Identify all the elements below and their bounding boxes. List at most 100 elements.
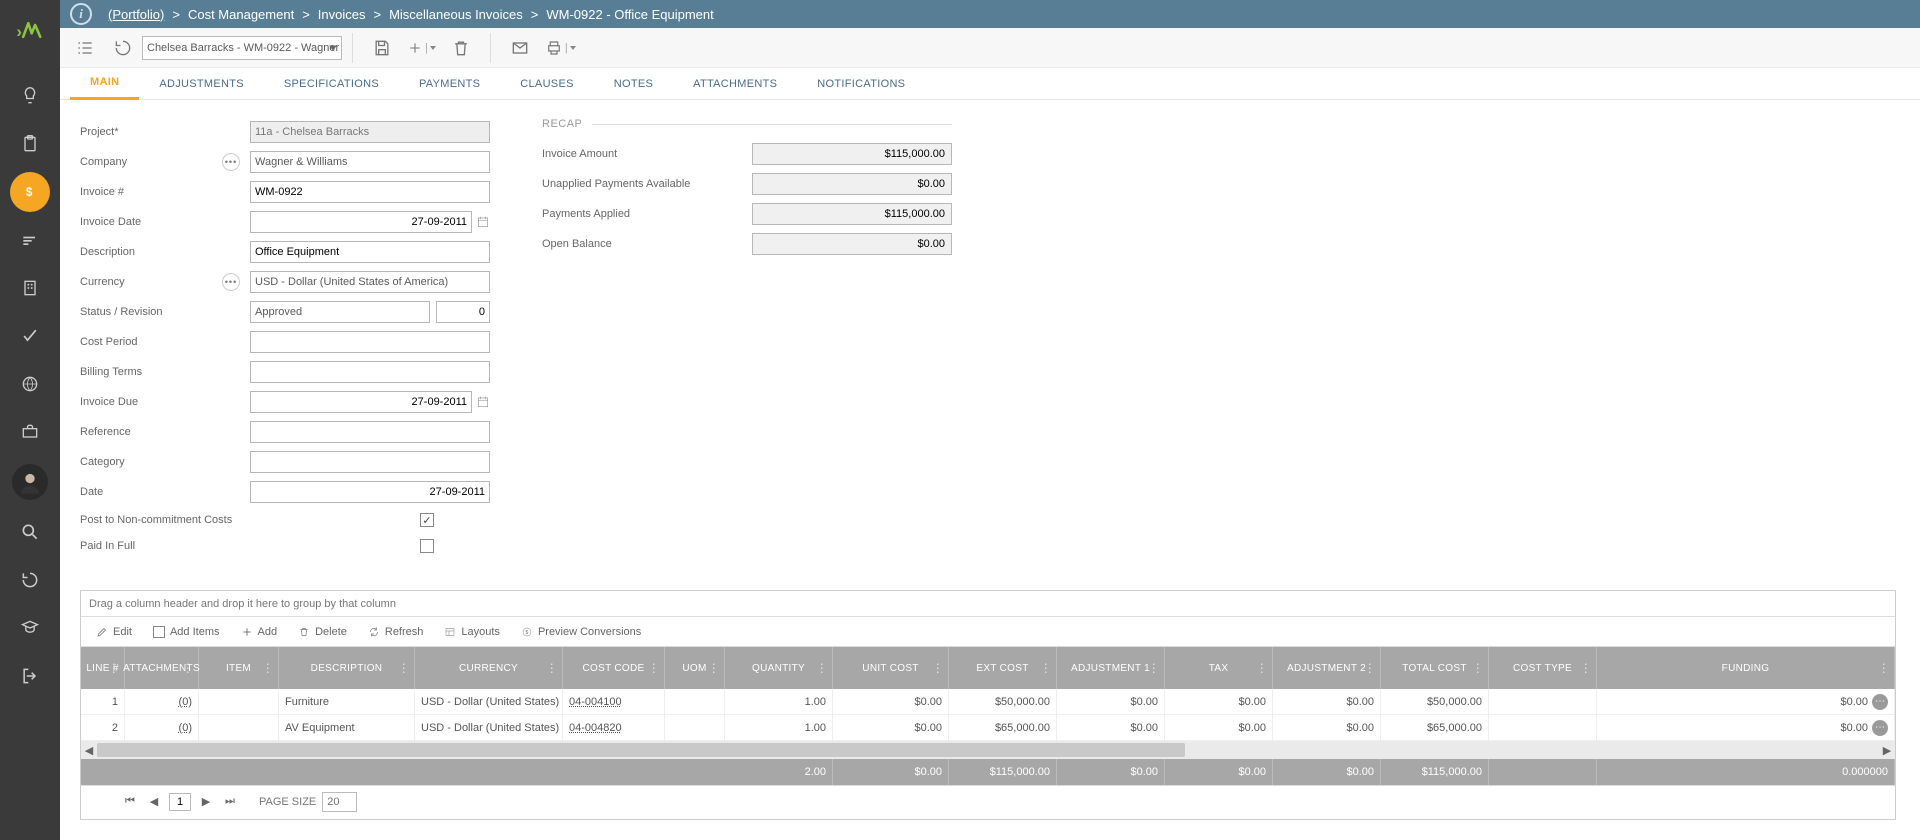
col-adj2[interactable]: ADJUSTMENT 2⋮ [1273,647,1381,689]
lookup-currency-button[interactable]: ••• [222,273,240,291]
tab-adjustments[interactable]: ADJUSTMENTS [139,68,264,100]
paid-full-checkbox[interactable] [420,539,434,553]
col-cost-code[interactable]: COST CODE⋮ [563,647,665,689]
nav-check-icon[interactable] [10,316,50,356]
nav-globe-icon[interactable] [10,364,50,404]
row-more-icon[interactable]: ⋯ [1872,720,1888,736]
pager-next-icon[interactable]: ▶ [197,793,215,811]
cell-attachments[interactable]: (0) [125,715,199,740]
nav-history-icon[interactable] [10,560,50,600]
col-unit-cost[interactable]: UNIT COST⋮ [833,647,949,689]
scroll-right-icon[interactable]: ▶ [1879,741,1895,759]
reference-input[interactable] [250,421,490,443]
col-cost-type[interactable]: COST TYPE⋮ [1489,647,1597,689]
col-attachments[interactable]: ATTACHMENTS⋮ [125,647,199,689]
col-description[interactable]: DESCRIPTION⋮ [279,647,415,689]
tab-specifications[interactable]: SPECIFICATIONS [264,68,399,100]
info-icon[interactable]: i [70,3,92,25]
date-input[interactable] [250,481,490,503]
label-company: Company [80,156,127,168]
tab-attachments[interactable]: ATTACHMENTS [673,68,797,100]
print-icon[interactable]: | [541,33,580,63]
invoice-date-input[interactable] [250,211,472,233]
nav-ideas-icon[interactable] [10,76,50,116]
grid-horizontal-scrollbar[interactable]: ◀ ▶ [81,741,1895,759]
breadcrumb-item[interactable]: Cost Management [188,7,294,22]
nav-logout-icon[interactable] [10,656,50,696]
pager-size-select[interactable]: 20 [322,792,356,812]
nav-search-icon[interactable] [10,512,50,552]
pager-prev-icon[interactable]: ◀ [145,793,163,811]
col-line[interactable]: LINE #⋮ [81,647,125,689]
row-more-icon[interactable]: ⋯ [1872,694,1888,710]
grid-refresh-button[interactable]: Refresh [361,623,430,641]
nav-bars-icon[interactable] [10,220,50,260]
tab-notifications[interactable]: NOTIFICATIONS [797,68,925,100]
col-adj1[interactable]: ADJUSTMENT 1⋮ [1057,647,1165,689]
category-select[interactable] [250,451,490,473]
tab-notes[interactable]: NOTES [594,68,673,100]
pager-page-input[interactable] [169,793,191,811]
tab-clauses[interactable]: CLAUSES [500,68,593,100]
grid-add-button[interactable]: Add [234,623,284,641]
scroll-thumb[interactable] [97,743,1185,757]
grid-preview-button[interactable]: $Preview Conversions [514,623,647,641]
post-nc-checkbox[interactable] [420,513,434,527]
pager-last-icon[interactable]: ⏭ [221,793,239,811]
col-total-cost[interactable]: TOTAL COST⋮ [1381,647,1489,689]
lookup-company-button[interactable]: ••• [222,153,240,171]
label-invoice-due: Invoice Due [80,396,138,408]
currency-select[interactable]: USD - Dollar (United States of America) [250,271,490,293]
grid-add-items-button[interactable]: Add Items [146,623,226,641]
invoice-number-input[interactable] [250,181,490,203]
list-icon[interactable] [68,33,102,63]
user-avatar[interactable] [12,464,48,500]
nav-clipboard-icon[interactable] [10,124,50,164]
grid-group-hint[interactable]: Drag a column header and drop it here to… [81,591,1895,617]
history-icon[interactable] [106,33,140,63]
breadcrumb-root[interactable]: (Portfolio) [108,7,164,22]
cell-cost-code[interactable]: 04-004820 [563,715,665,740]
grid-delete-button[interactable]: Delete [291,623,353,641]
col-funding[interactable]: FUNDING⋮ [1597,647,1895,689]
record-selector[interactable]: Chelsea Barracks - WM-0922 - Wagner [142,36,342,60]
grid-row[interactable]: 1 (0) Furniture USD - Dollar (United Sta… [81,689,1895,715]
col-item[interactable]: ITEM⋮ [199,647,279,689]
breadcrumb-item[interactable]: Miscellaneous Invoices [389,7,523,22]
revision-input[interactable] [436,301,490,323]
label-project: Project* [80,126,119,138]
nav-cost-icon[interactable]: $ [10,172,50,212]
billing-terms-select[interactable] [250,361,490,383]
delete-icon[interactable] [444,33,478,63]
calendar-icon[interactable] [474,212,492,232]
breadcrumb-item[interactable]: Invoices [318,7,366,22]
description-input[interactable] [250,241,490,263]
save-icon[interactable] [365,33,399,63]
tab-main[interactable]: MAIN [70,68,139,100]
cell-cost-code[interactable]: 04-004100 [563,689,665,714]
invoice-due-input[interactable] [250,391,472,413]
col-quantity[interactable]: QUANTITY⋮ [725,647,833,689]
col-tax[interactable]: TAX⋮ [1165,647,1273,689]
cell-currency: USD - Dollar (United States) [415,689,563,714]
grid-layouts-button[interactable]: Layouts [437,623,506,641]
cost-period-select[interactable] [250,331,490,353]
tab-payments[interactable]: PAYMENTS [399,68,500,100]
pager-first-icon[interactable]: ⏮ [121,793,139,811]
col-currency[interactable]: CURRENCY⋮ [415,647,563,689]
status-select[interactable]: Approved [250,301,430,323]
nav-briefcase-icon[interactable] [10,412,50,452]
grid-row[interactable]: 2 (0) AV Equipment USD - Dollar (United … [81,715,1895,741]
add-icon[interactable]: | [403,33,440,63]
company-select[interactable]: Wagner & Williams [250,151,490,173]
scroll-left-icon[interactable]: ◀ [81,741,97,759]
project-select[interactable]: 11a - Chelsea Barracks [250,121,490,143]
email-icon[interactable] [503,33,537,63]
col-ext-cost[interactable]: EXT COST⋮ [949,647,1057,689]
nav-building-icon[interactable] [10,268,50,308]
nav-help-icon[interactable] [10,608,50,648]
col-uom[interactable]: UOM⋮ [665,647,725,689]
cell-attachments[interactable]: (0) [125,689,199,714]
grid-edit-button[interactable]: Edit [89,623,138,641]
calendar-icon[interactable] [474,392,492,412]
